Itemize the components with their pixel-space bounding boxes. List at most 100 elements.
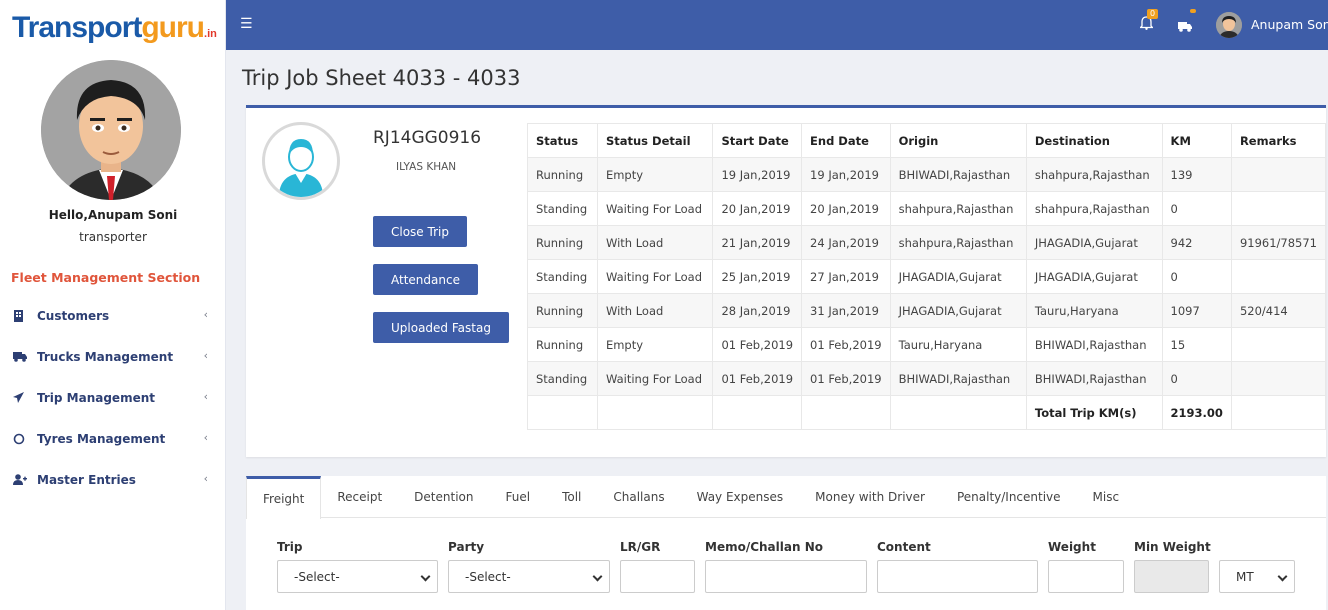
sidebar-item-trip[interactable]: Trip Management ‹ [0,377,226,418]
table-cell: 0 [1161,259,1232,294]
trip-label: Trip [277,540,303,554]
sidebar-item-master[interactable]: Master Entries ‹ [0,459,226,500]
trip-select[interactable]: -Select- [277,560,438,593]
notification-badge: 0 [1147,9,1159,19]
tab-way-expenses[interactable]: Way Expenses [681,476,800,518]
table-cell [1230,157,1327,192]
tab-challans[interactable]: Challans [597,476,680,518]
weight-unit-select[interactable]: MT [1219,560,1295,593]
table-cell: shahpura,Rajasthan [1025,157,1163,192]
sidebar-item-label: Master Entries [37,472,136,487]
tab-fuel[interactable]: Fuel [489,476,546,518]
table-cell [889,395,1027,430]
table-cell [1230,327,1327,362]
chevron-left-icon: ‹ [203,472,208,485]
column-header: Status [527,123,598,158]
menu-toggle-icon[interactable]: ☰ [240,16,253,32]
content-input[interactable] [877,560,1038,593]
table-cell [1230,191,1327,226]
tab-toll[interactable]: Toll [546,476,597,518]
sidebar-item-trucks[interactable]: Trucks Management ‹ [0,336,226,377]
tab-freight[interactable]: Freight [246,476,322,519]
table-cell [596,395,714,430]
lr-gr-input[interactable] [620,560,695,593]
table-cell [801,395,891,430]
table-cell: Standing [527,259,598,294]
lr-gr-label: LR/GR [620,540,661,554]
truck-icon [13,351,37,362]
weight-input[interactable] [1048,560,1124,593]
table-cell: 28 Jan,2019 [712,293,803,328]
party-select[interactable]: -Select- [448,560,610,593]
table-cell: Running [527,293,598,328]
table-cell: 942 [1161,225,1232,260]
attendance-button[interactable]: Attendance [373,264,478,295]
table-cell: Running [527,327,598,362]
table-cell: JHAGADIA,Gujarat [889,293,1027,328]
trip-table: Status Status Detail Start Date End Date… [527,123,1327,430]
table-cell: shahpura,Rajasthan [1025,191,1163,226]
tab-receipt[interactable]: Receipt [321,476,398,518]
table-cell [1230,395,1327,430]
column-header: KM [1161,123,1232,158]
table-cell: 19 Jan,2019 [712,157,803,192]
sidebar-item-customers[interactable]: Customers ‹ [0,295,226,336]
table-row: Standing Waiting For Load 25 Jan,2019 27 Ja… [527,259,1327,294]
column-header: Remarks [1230,123,1327,158]
table-cell: 139 [1161,157,1232,192]
tab-detention[interactable]: Detention [398,476,489,518]
table-cell: Running [527,225,598,260]
table-cell: BHIWADI,Rajasthan [1025,361,1163,396]
table-row: Running Empty 19 Jan,2019 19 Jan,2019 BHIWAD… [527,157,1327,192]
table-cell: 27 Jan,2019 [801,259,891,294]
table-cell: 0 [1161,191,1232,226]
user-name[interactable]: Anupam Soni [1251,17,1328,32]
user-avatar-small[interactable] [1216,12,1242,38]
table-cell: 25 Jan,2019 [712,259,803,294]
tab-penalty-incentive[interactable]: Penalty/Incentive [941,476,1077,518]
table-cell: 91961/78571 [1230,225,1327,260]
total-label: Total Trip KM(s) [1025,395,1163,430]
section-title: Fleet Management Section [11,270,201,285]
column-header: Destination [1025,123,1163,158]
table-cell: Empty [596,157,714,192]
table-cell: Tauru,Haryana [889,327,1027,362]
table-cell: 01 Feb,2019 [801,327,891,362]
min-weight-label: Min Weight [1134,540,1211,554]
tab-bar: Freight Receipt Detention Fuel Toll Challans W… [246,476,1326,519]
min-weight-input [1134,560,1209,593]
table-cell: 520/414 [1230,293,1327,328]
uploaded-fastag-button[interactable]: Uploaded Fastag [373,312,509,343]
page-title: Trip Job Sheet 4033 - 4033 [242,66,521,90]
chevron-left-icon: ‹ [203,349,208,362]
vehicle-number: RJ14GG0916 [373,128,482,148]
chevron-left-icon: ‹ [203,390,208,403]
tab-money-with-driver[interactable]: Money with Driver [799,476,941,518]
table-cell: BHIWADI,Rajasthan [1025,327,1163,362]
driver-name: ILYAS KHAN [396,161,457,173]
table-cell: With Load [596,225,714,260]
user-greeting: Hello,Anupam Soni [48,208,178,222]
weight-unit-value: MT [1236,569,1254,584]
truck-status-dot [1190,9,1196,13]
table-cell: shahpura,Rajasthan [889,191,1027,226]
table-cell: Standing [527,361,598,396]
table-cell: 0 [1161,361,1232,396]
table-header-row: Status Status Detail Start Date End Date… [527,123,1327,158]
tab-misc[interactable]: Misc [1077,476,1136,518]
truck-icon[interactable] [1178,17,1192,36]
table-cell: Waiting For Load [596,361,714,396]
trip-select-value: -Select- [294,569,340,584]
user-avatar [41,60,181,200]
close-trip-button[interactable]: Close Trip [373,216,467,247]
table-cell: 31 Jan,2019 [801,293,891,328]
table-cell: JHAGADIA,Gujarat [1025,225,1163,260]
app-logo[interactable]: Transportguru.in [12,10,217,52]
column-header: Start Date [712,123,803,158]
table-cell: JHAGADIA,Gujarat [889,259,1027,294]
sidebar-item-tyres[interactable]: Tyres Management ‹ [0,418,226,459]
trip-summary-card: RJ14GG0916 ILYAS KHAN Close Trip Attenda… [246,105,1327,457]
table-cell: 24 Jan,2019 [801,225,891,260]
table-cell: 01 Feb,2019 [712,361,803,396]
memo-challan-input[interactable] [705,560,867,593]
